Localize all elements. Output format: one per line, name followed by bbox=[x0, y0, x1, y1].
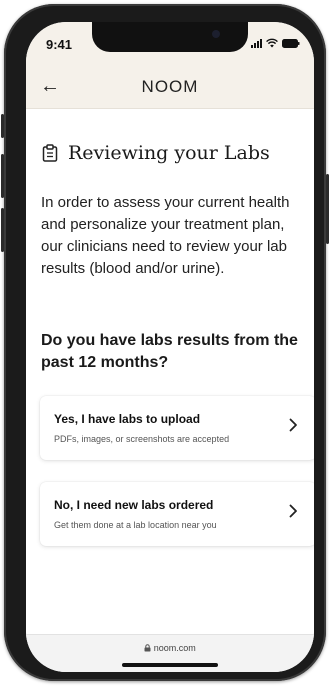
labs-question: Do you have labs results from the past 1… bbox=[41, 332, 298, 371]
brand-logo: NOOM bbox=[141, 77, 199, 96]
option-title: No, I need new labs ordered bbox=[54, 498, 214, 512]
page-title: Reviewing your Labs bbox=[68, 142, 270, 164]
camera-icon bbox=[212, 30, 220, 38]
page-heading: Reviewing your Labs bbox=[42, 142, 270, 164]
chevron-right-icon bbox=[289, 418, 297, 432]
battery-icon bbox=[282, 38, 300, 48]
notch bbox=[92, 22, 248, 52]
silent-switch bbox=[1, 114, 4, 138]
option-title: Yes, I have labs to upload bbox=[54, 412, 201, 426]
volume-up-button bbox=[1, 154, 4, 198]
browser-url-bar[interactable]: noom.com bbox=[26, 634, 314, 672]
app-header: 9:41 ← NOOM bbox=[26, 22, 314, 109]
wifi-icon bbox=[266, 38, 278, 48]
chevron-right-icon bbox=[289, 504, 297, 518]
lock-icon bbox=[144, 644, 151, 652]
option-subtitle: Get them done at a lab location near you bbox=[54, 520, 217, 530]
phone-frame: 9:41 ← NOOM Reviewing your Labs In order… bbox=[1, 4, 329, 681]
power-button bbox=[326, 174, 329, 244]
volume-down-button bbox=[1, 208, 4, 252]
option-order-new-labs[interactable]: No, I need new labs ordered Get them don… bbox=[40, 482, 314, 546]
option-upload-labs[interactable]: Yes, I have labs to upload PDFs, images,… bbox=[40, 396, 314, 460]
intro-text: In order to assess your current health a… bbox=[41, 194, 290, 277]
home-indicator[interactable] bbox=[122, 663, 218, 667]
option-subtitle: PDFs, images, or screenshots are accepte… bbox=[54, 434, 230, 444]
status-icons bbox=[251, 38, 300, 48]
signal-icon bbox=[251, 38, 262, 48]
status-time: 9:41 bbox=[46, 37, 73, 52]
phone-screen: 9:41 ← NOOM Reviewing your Labs In order… bbox=[26, 22, 314, 672]
url-display: noom.com bbox=[26, 643, 314, 653]
clipboard-icon bbox=[42, 144, 58, 162]
url-text: noom.com bbox=[153, 643, 196, 653]
